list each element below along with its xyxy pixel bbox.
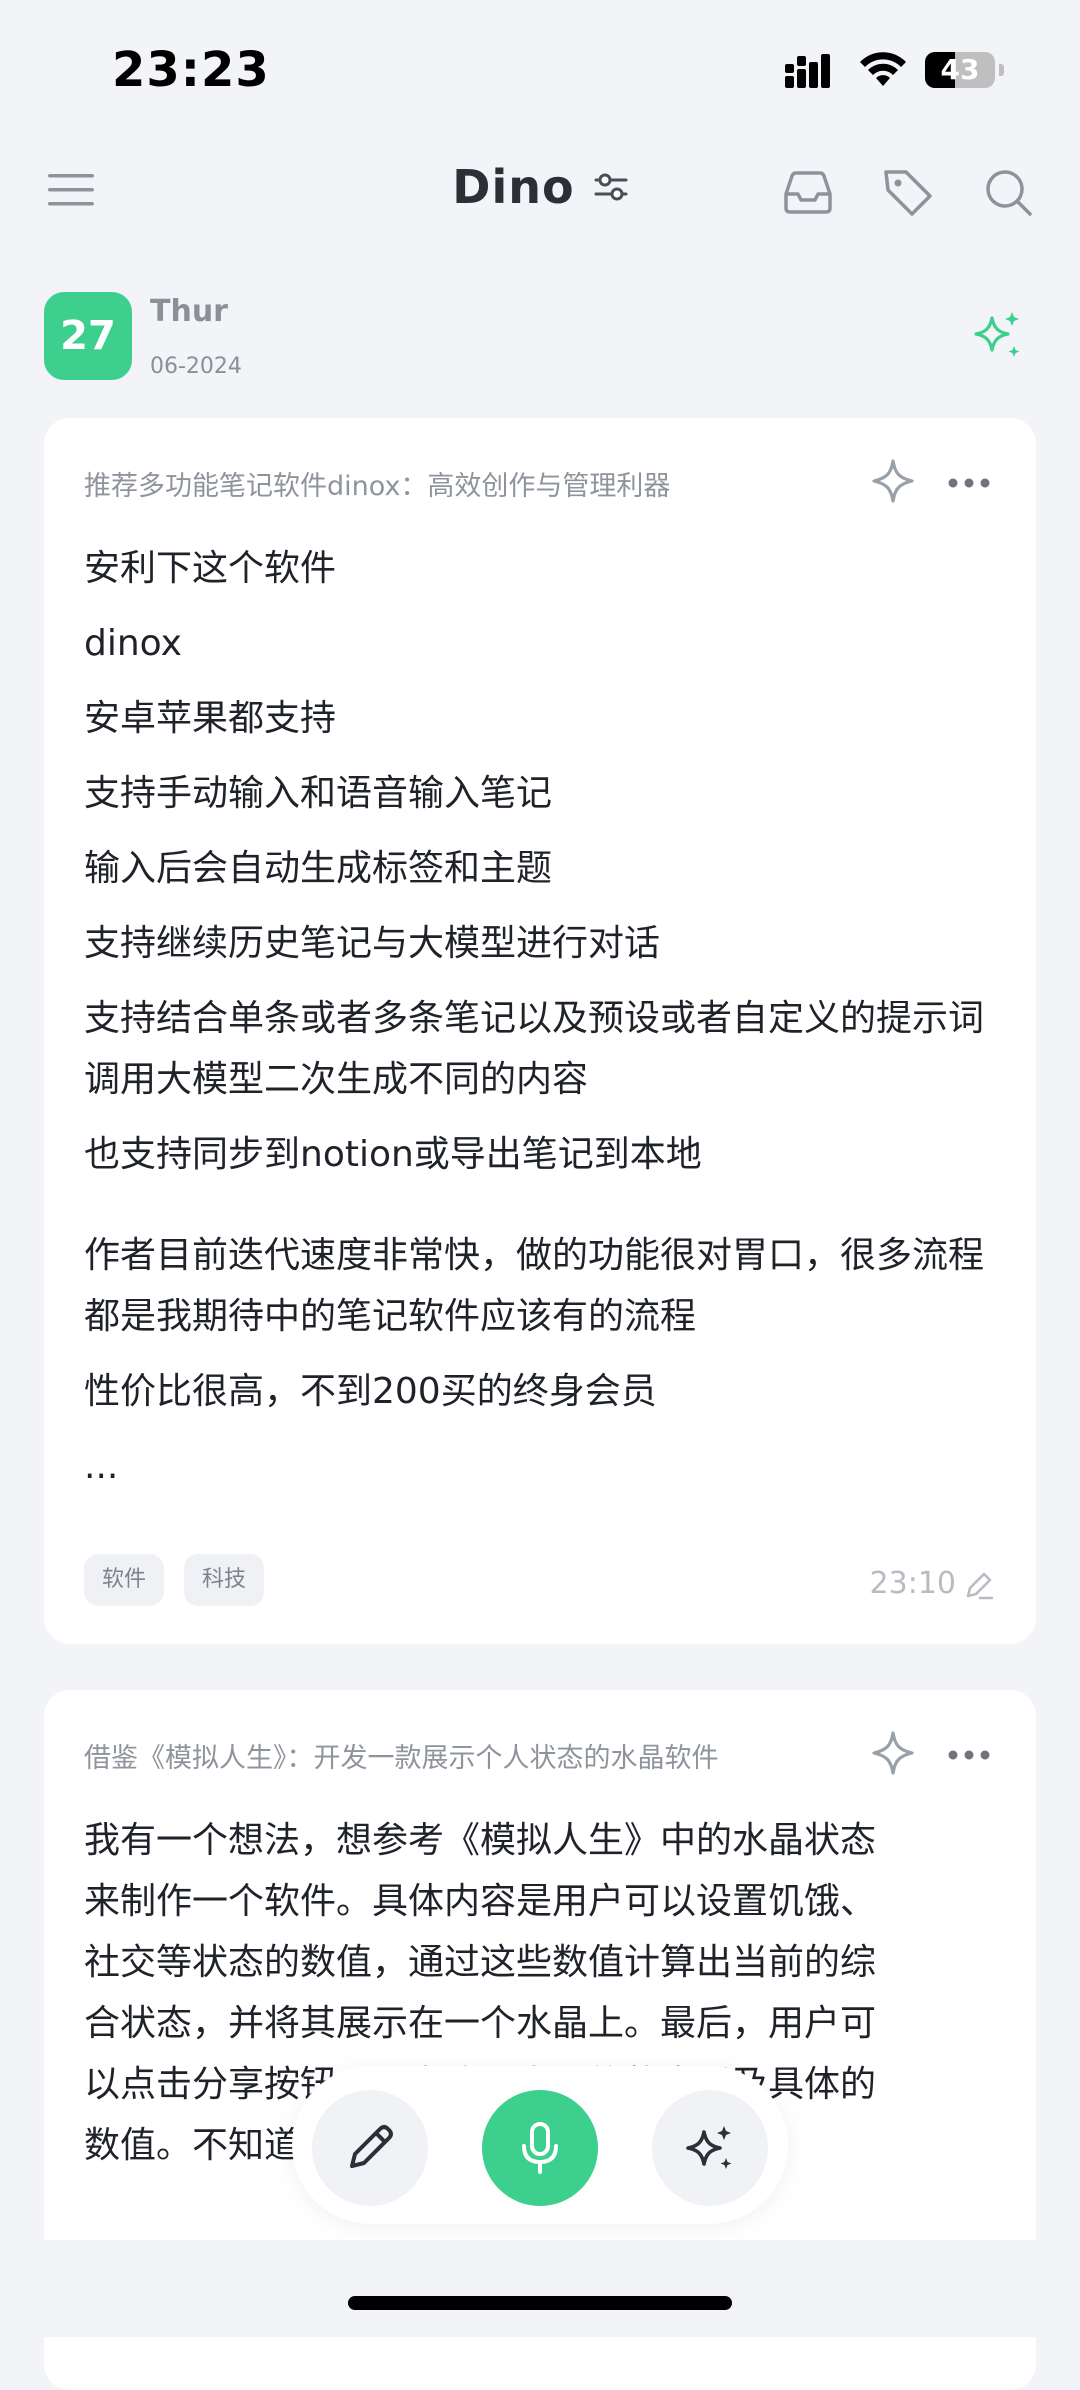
note-line: 支持结合单条或者多条笔记以及预设或者自定义的提示词调用大模型二次生成不同的内容 [84, 998, 985, 1100]
search-icon[interactable] [980, 164, 1036, 220]
voice-note-button[interactable] [482, 2090, 598, 2206]
sparkle-icon[interactable] [868, 456, 918, 506]
edited-pencil-icon [966, 1572, 994, 1600]
status-indicators: 43 [785, 52, 1004, 88]
note-line: 安卓苹果都支持 [84, 698, 337, 739]
battery-percent: 43 [940, 53, 980, 86]
bottom-safe-area [0, 2240, 1080, 2337]
note-line: 作者目前迭代速度非常快，做的功能很对胃口，很多流程都是我期待中的笔记软件应该有的… [84, 1235, 985, 1337]
write-note-button[interactable] [312, 2090, 428, 2206]
note-line: ... [84, 1446, 119, 1487]
more-icon[interactable] [944, 1730, 994, 1780]
ai-sparkle-icon [686, 2126, 732, 2169]
note-title: 借鉴《模拟人生》：开发一款展示个人状态的水晶软件 [84, 1743, 719, 1774]
floating-action-bar [292, 2066, 788, 2224]
tag-chip[interactable]: 软件 [84, 1554, 165, 1606]
note-line: 合状态，并将其展示在一个水晶上。最后，用户可 [84, 2003, 877, 2044]
microphone-icon [522, 2122, 558, 2174]
month-year-label: 06-2024 [150, 354, 242, 379]
sparkle-icon[interactable] [868, 1728, 918, 1778]
note-tags: 软件 科技 [84, 1554, 265, 1606]
note-line: 社交等状态的数值，通过这些数值计算出当前的综 [84, 1942, 877, 1983]
cellular-signal-icon [785, 54, 830, 88]
note-time: 23:10 [869, 1566, 956, 1601]
tag-icon[interactable] [880, 164, 936, 220]
date-badge: 27 [44, 292, 132, 380]
pencil-icon [350, 2125, 393, 2168]
inbox-icon[interactable] [780, 164, 836, 220]
status-bar: 23:23 43 [0, 0, 1080, 140]
more-icon[interactable] [944, 458, 994, 508]
battery-indicator: 43 [925, 52, 995, 88]
note-line: 性价比很高，不到200买的终身会员 [84, 1371, 657, 1412]
note-line: 输入后会自动生成标签和主题 [84, 848, 553, 889]
app-header: Dino [0, 150, 1080, 230]
note-line: 安利下这个软件 [84, 548, 337, 589]
note-card[interactable]: 推荐多功能笔记软件dinox：高效创作与管理利器 安利下这个软件 dinox 安… [44, 418, 1036, 1644]
app-title[interactable]: Dino [452, 160, 574, 214]
note-line: 来制作一个软件。具体内容是用户可以设置饥饿、 [84, 1881, 877, 1922]
note-body: 安利下这个软件 dinox 安卓苹果都支持 支持手动输入和语音输入笔记 输入后会… [84, 538, 1004, 1511]
note-title: 推荐多功能笔记软件dinox：高效创作与管理利器 [84, 471, 671, 502]
tag-chip[interactable]: 科技 [184, 1554, 265, 1606]
weekday-label: Thur [150, 294, 228, 329]
ai-assist-button[interactable] [652, 2090, 768, 2206]
note-line: 我有一个想法，想参考《模拟人生》中的水晶状态 [84, 1820, 877, 1861]
ai-sparkle-icon[interactable] [970, 308, 1026, 364]
home-indicator [348, 2296, 732, 2310]
battery-nub [999, 64, 1004, 76]
note-line: 支持手动输入和语音输入笔记 [84, 773, 553, 814]
note-line: dinox [84, 623, 182, 664]
status-time: 23:23 [112, 42, 270, 98]
filter-icon[interactable] [594, 170, 628, 204]
wifi-icon [860, 52, 906, 86]
note-line: 也支持同步到notion或导出笔记到本地 [84, 1134, 702, 1175]
note-line: 支持继续历史笔记与大模型进行对话 [84, 923, 661, 964]
